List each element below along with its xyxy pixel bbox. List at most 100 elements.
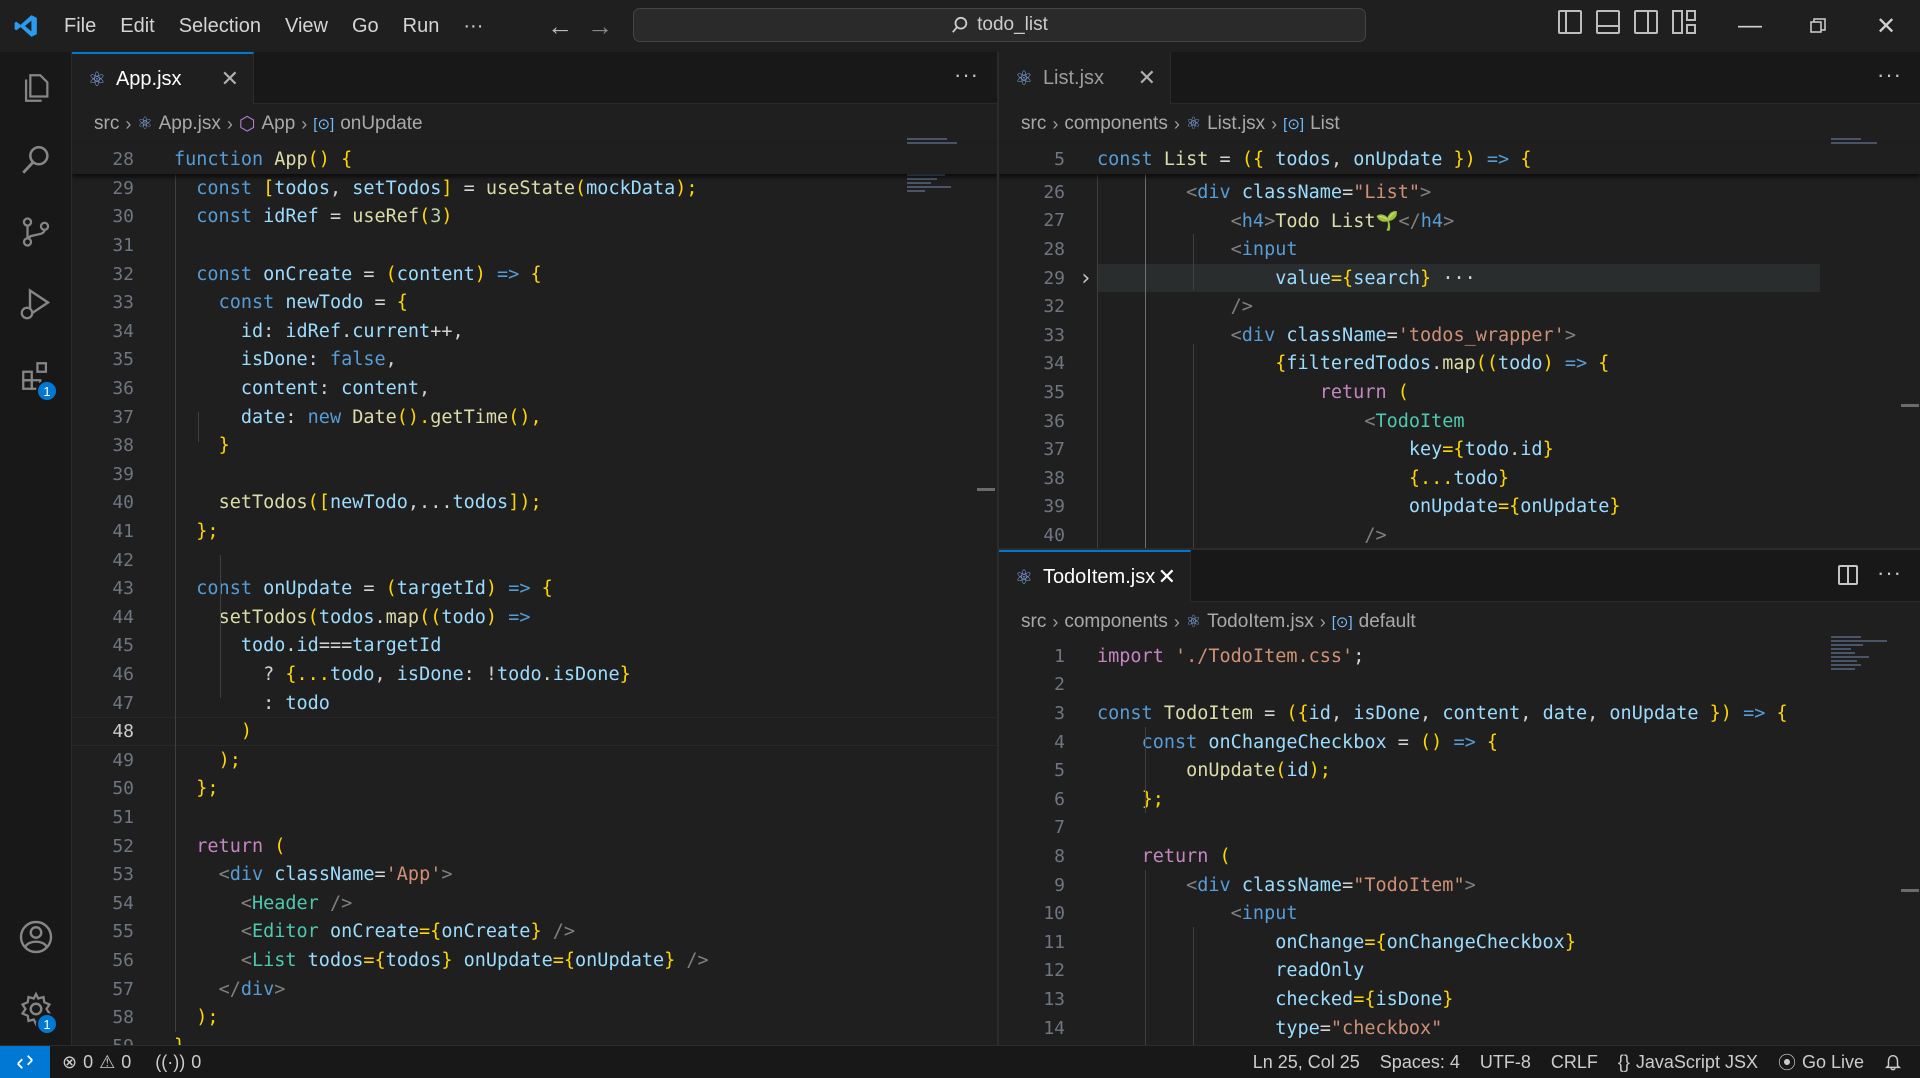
menu-go[interactable]: Go (340, 15, 391, 38)
code-line[interactable]: 14 type="checkbox" (999, 1014, 1920, 1043)
toggle-panel-icon[interactable] (1596, 10, 1620, 34)
code-line[interactable]: 34 id: idRef.current++, (72, 317, 997, 346)
code-line[interactable]: 44 setTodos(todos.map((todo) => (72, 603, 997, 632)
code-line[interactable]: 46 ? {...todo, isDone: !todo.isDone} (72, 660, 997, 689)
code-line[interactable]: 40 setTodos([newTodo,...todos]); (72, 489, 997, 518)
breadcrumb-src[interactable]: src (94, 113, 119, 135)
toggle-primary-sidebar-icon[interactable] (1558, 10, 1582, 34)
tab-list-jsx[interactable]: ⚛ List.jsx ✕ (999, 52, 1171, 104)
go-live-button[interactable]: ⦿ Go Live (1768, 1049, 1874, 1075)
breadcrumb-symbol[interactable]: default (1359, 611, 1416, 633)
code-line[interactable]: 5 onUpdate(id); (999, 756, 1920, 785)
menu-view[interactable]: View (273, 15, 340, 38)
code-line[interactable]: 39 onUpdate={onUpdate} (999, 493, 1920, 522)
code-line[interactable]: 36 content: content, (72, 374, 997, 403)
problems-indicator[interactable]: ⊗ 0 ⚠ 0 (50, 1052, 141, 1073)
code-line[interactable]: 37 key={todo.id} (999, 435, 1920, 464)
code-line[interactable]: 43 const onUpdate = (targetId) => { (72, 574, 997, 603)
code-line[interactable]: 38 } (72, 431, 997, 460)
explorer-icon[interactable] (0, 52, 72, 124)
breadcrumb-function[interactable]: onUpdate (340, 113, 422, 135)
cursor-position[interactable]: Ln 25, Col 25 (1243, 1052, 1370, 1073)
code-line[interactable]: 7 (999, 814, 1920, 843)
remote-icon[interactable] (0, 1045, 50, 1078)
minimap-right-bottom[interactable] (1831, 636, 1887, 672)
breadcrumb-file[interactable]: App.jsx (159, 113, 221, 135)
code-line[interactable]: 57 </div> (72, 975, 997, 1004)
breadcrumb-folder[interactable]: components (1064, 113, 1168, 135)
menu-more[interactable]: ··· (451, 15, 495, 38)
code-line[interactable]: 55 <Editor onCreate={onCreate} /> (72, 918, 997, 947)
code-line[interactable]: 34 {filteredTodos.map((todo) => { (999, 350, 1920, 379)
code-line[interactable]: 13 checked={isDone} (999, 985, 1920, 1014)
code-line[interactable]: 37 date: new Date().getTime(), (72, 403, 997, 432)
code-line[interactable]: 26 <div className="List"> (999, 178, 1920, 207)
more-actions-icon[interactable]: ··· (1877, 62, 1902, 88)
language-mode[interactable]: {} JavaScript JSX (1608, 1052, 1768, 1073)
fold-chevron-icon[interactable]: › (1079, 266, 1092, 291)
more-actions-icon[interactable]: ··· (954, 62, 979, 88)
sticky-scroll-line[interactable]: 5 const List = ({ todos, onUpdate }) => { (999, 144, 1920, 174)
code-line[interactable]: 31 (72, 231, 997, 260)
code-line[interactable]: 49 ); (72, 746, 997, 775)
code-line[interactable]: 47 : todo (72, 689, 997, 718)
extensions-icon[interactable]: 1 (0, 340, 72, 412)
manage-gear-icon[interactable]: 1 (0, 973, 72, 1045)
forward-arrow-icon[interactable]: → (580, 11, 620, 42)
code-line[interactable]: 27 <h4>Todo List🌱</h4> (999, 207, 1920, 236)
search-icon[interactable] (0, 124, 72, 196)
code-line[interactable]: 28 <input (999, 235, 1920, 264)
code-line[interactable]: 33 const newTodo = { (72, 288, 997, 317)
breadcrumb-file[interactable]: List.jsx (1207, 113, 1265, 135)
menu-edit[interactable]: Edit (108, 15, 166, 38)
code-line[interactable]: 11 onChange={onChangeCheckbox} (999, 928, 1920, 957)
code-line[interactable]: 42 (72, 546, 997, 575)
code-line[interactable]: 41 }; (72, 517, 997, 546)
code-line[interactable]: 35 return ( (999, 378, 1920, 407)
code-line[interactable]: 35 isDone: false, (72, 346, 997, 375)
encoding[interactable]: UTF-8 (1470, 1052, 1541, 1073)
restore-icon[interactable] (1784, 0, 1852, 52)
source-control-icon[interactable] (0, 196, 72, 268)
end-of-line[interactable]: CRLF (1541, 1052, 1608, 1073)
code-line[interactable]: 29 const [todos, setTodos] = useState(mo… (72, 174, 997, 203)
code-line[interactable]: 52 return ( (72, 832, 997, 861)
code-line[interactable]: 39 (72, 460, 997, 489)
code-line[interactable]: 3 const TodoItem = ({id, isDone, content,… (999, 699, 1920, 728)
ports-indicator[interactable]: ((·)) 0 (141, 1052, 211, 1073)
accounts-icon[interactable] (0, 901, 72, 973)
indentation[interactable]: Spaces: 4 (1370, 1052, 1470, 1073)
code-editor-right-bottom[interactable]: 1 import './TodoItem.css'; 2 3 const TodoIte… (999, 642, 1920, 1045)
close-icon[interactable]: ✕ (1158, 564, 1176, 590)
code-line[interactable]: 51 (72, 803, 997, 832)
close-icon[interactable]: ✕ (1138, 65, 1156, 91)
code-line[interactable]: 40 /> (999, 521, 1920, 548)
minimize-icon[interactable]: — (1716, 0, 1784, 52)
menu-selection[interactable]: Selection (167, 15, 273, 38)
breadcrumb-src[interactable]: src (1021, 113, 1046, 135)
code-line[interactable]: 8 return ( (999, 842, 1920, 871)
code-line[interactable]: 38 {...todo} (999, 464, 1920, 493)
code-line[interactable]: 9 <div className="TodoItem"> (999, 871, 1920, 900)
breadcrumb-folder[interactable]: components (1064, 611, 1168, 633)
code-line[interactable]: 59} (72, 1032, 997, 1045)
scrollbar-right-bottom[interactable] (1901, 889, 1919, 892)
code-editor-left[interactable]: 28 function App() {29 const [todos, setTo… (72, 144, 997, 1045)
code-line[interactable]: 58 ); (72, 1003, 997, 1032)
code-line[interactable]: 53 <div className='App'> (72, 860, 997, 889)
breadcrumb-src[interactable]: src (1021, 611, 1046, 633)
code-line[interactable]: 32 /> (999, 292, 1920, 321)
code-line[interactable]: 30 const idRef = useRef(3) (72, 203, 997, 232)
code-line[interactable]: 2 (999, 671, 1920, 700)
split-editor-icon[interactable] (1838, 565, 1858, 585)
code-line[interactable]: 45 todo.id===targetId (72, 632, 997, 661)
code-line[interactable]: 10 <input (999, 899, 1920, 928)
scrollbar-right-top[interactable] (1901, 404, 1919, 407)
toggle-secondary-sidebar-icon[interactable] (1634, 10, 1658, 34)
code-line[interactable]: 12 readOnly (999, 957, 1920, 986)
menu-file[interactable]: File (52, 15, 108, 38)
code-line[interactable]: 54 <Header /> (72, 889, 997, 918)
close-window-icon[interactable]: ✕ (1852, 0, 1920, 52)
menu-run[interactable]: Run (391, 15, 452, 38)
code-line[interactable]: 33 <div className='todos_wrapper'> (999, 321, 1920, 350)
